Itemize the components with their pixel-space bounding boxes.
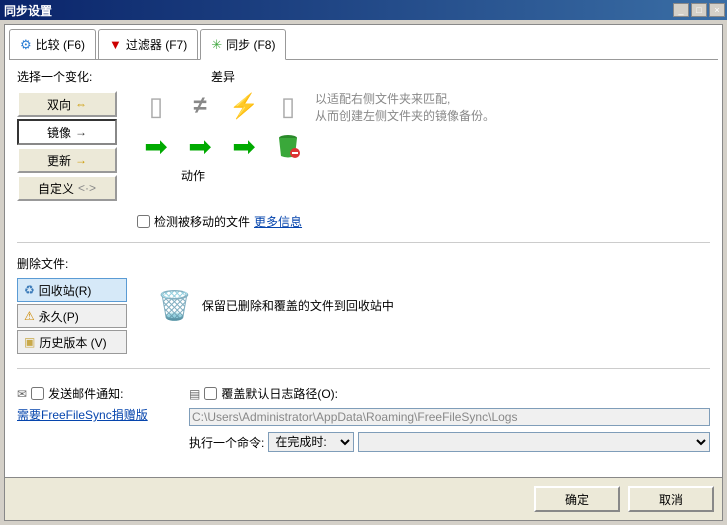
mode-mirror-label: 镜像: [47, 124, 71, 141]
override-log-checkbox[interactable]: [204, 387, 217, 400]
tab-filter[interactable]: ▼ 过滤器 (F7): [98, 29, 198, 59]
action-label: 动作: [181, 167, 307, 184]
mirror-arrow-icon: →: [75, 125, 87, 139]
diff-label: 差异: [137, 68, 309, 85]
variant-label: 选择一个变化:: [17, 68, 127, 85]
warning-icon: ⚠: [24, 309, 35, 323]
versioning-button[interactable]: ▣ 历史版本 (V): [17, 330, 127, 354]
title-bar: 同步设置 _ □ ×: [0, 0, 727, 20]
tab-bar: ⚙ 比较 (F6) ▼ 过滤器 (F7) ✳ 同步 (F8): [5, 25, 722, 59]
permanent-label: 永久(P): [39, 308, 79, 325]
delete-description: 保留已删除和覆盖的文件到回收站中: [202, 297, 394, 314]
action-create-right-button[interactable]: ➡: [137, 127, 175, 165]
dialog-content: ⚙ 比较 (F6) ▼ 过滤器 (F7) ✳ 同步 (F8) 选择一个变化: 双…: [4, 24, 723, 521]
cmd-input[interactable]: [358, 432, 710, 452]
not-equal-icon: ≠: [181, 87, 219, 125]
trash-icon: [273, 131, 303, 161]
window-title: 同步设置: [4, 2, 673, 19]
detect-moved-label: 检测被移动的文件: [154, 213, 250, 230]
tab-compare[interactable]: ⚙ 比较 (F6): [9, 29, 96, 59]
mode-twoway-button[interactable]: 双向 ⇔: [17, 91, 117, 117]
donation-link[interactable]: 需要FreeFileSync捐赠版: [17, 408, 148, 422]
folder-icon: ▣: [24, 335, 35, 349]
file-left-icon: ▯: [137, 87, 175, 125]
email-notify-label: 发送邮件通知:: [48, 385, 123, 402]
recycle-bin-button[interactable]: ♻ 回收站(R): [17, 278, 127, 302]
tab-filter-label: 过滤器 (F7): [126, 36, 187, 53]
cmd-label: 执行一个命令:: [189, 434, 264, 451]
delete-label: 删除文件:: [17, 255, 137, 272]
tab-compare-label: 比较 (F6): [36, 36, 85, 53]
mode-custom-label: 自定义: [38, 180, 74, 197]
tab-sync[interactable]: ✳ 同步 (F8): [200, 29, 286, 60]
action-delete-right-button[interactable]: [269, 127, 307, 165]
email-notify-checkbox[interactable]: [31, 387, 44, 400]
close-button[interactable]: ×: [709, 3, 725, 17]
maximize-button[interactable]: □: [691, 3, 707, 17]
update-arrow-icon: →: [75, 153, 87, 167]
twoway-arrow-icon: ⇔: [75, 97, 87, 111]
ok-button[interactable]: 确定: [534, 486, 620, 512]
action-overwrite-right-button[interactable]: ➡: [181, 127, 219, 165]
log-icon: ▤: [189, 387, 200, 401]
custom-icon: <·>: [78, 181, 96, 195]
mirror-description: 以适配右侧文件夹来匹配, 从而创建左侧文件夹的镜像备份。: [315, 91, 495, 184]
file-right-icon: ▯: [269, 87, 307, 125]
diff-icons-row: ▯ ≠ ⚡ ▯: [137, 87, 307, 125]
mail-icon: ✉: [17, 387, 27, 401]
mode-twoway-label: 双向: [47, 96, 71, 113]
mode-update-button[interactable]: 更新 →: [17, 147, 117, 173]
action-icons-row: ➡ ➡ ➡: [137, 127, 307, 165]
cmd-when-select[interactable]: 在完成时:: [268, 432, 354, 452]
minimize-button[interactable]: _: [673, 3, 689, 17]
override-log-label: 覆盖默认日志路径(O):: [221, 385, 338, 402]
tab-sync-label: 同步 (F8): [226, 36, 275, 53]
more-info-link[interactable]: 更多信息: [254, 213, 302, 230]
funnel-icon: ▼: [109, 37, 122, 52]
mode-update-label: 更新: [47, 152, 71, 169]
detect-moved-checkbox[interactable]: [137, 215, 150, 228]
recycle-label: 回收站(R): [39, 282, 92, 299]
gear-icon: ⚙: [20, 37, 32, 53]
gear-green-icon: ✳: [211, 37, 222, 53]
recycle-icon: ♻: [24, 283, 35, 297]
versioning-label: 历史版本 (V): [39, 334, 106, 351]
recycle-big-icon: 🗑️: [157, 289, 192, 322]
cancel-button[interactable]: 取消: [628, 486, 714, 512]
log-path-input[interactable]: [189, 408, 710, 426]
dialog-footer: 确定 取消: [5, 477, 722, 520]
mode-custom-button[interactable]: 自定义 <·>: [17, 175, 117, 201]
action-update-right-button[interactable]: ➡: [225, 127, 263, 165]
lightning-icon: ⚡: [225, 87, 263, 125]
mode-mirror-button[interactable]: 镜像 →: [17, 119, 117, 145]
permanent-button[interactable]: ⚠ 永久(P): [17, 304, 127, 328]
